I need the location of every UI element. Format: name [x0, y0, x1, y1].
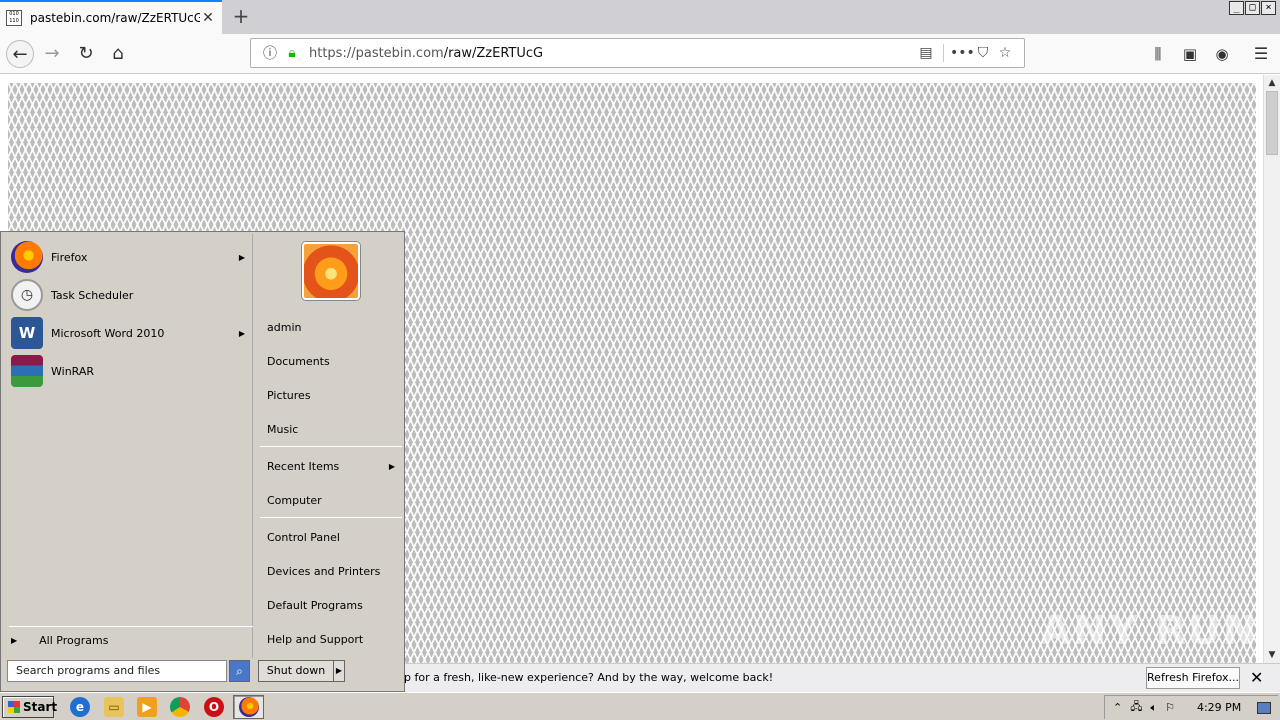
internet-explorer-icon[interactable]: e — [70, 697, 90, 717]
firefox-icon — [11, 241, 43, 273]
place-recent-items[interactable]: Recent Items ▶ — [267, 460, 403, 473]
place-admin[interactable]: admin — [267, 321, 403, 334]
places-separator — [260, 517, 402, 518]
chrome-icon[interactable] — [170, 697, 190, 717]
show-desktop-icon[interactable] — [1257, 701, 1272, 714]
bookmark-star-icon[interactable]: ☆ — [994, 45, 1016, 61]
program-microsoft-word[interactable]: W Microsoft Word 2010 ▶ — [11, 316, 251, 350]
user-avatar[interactable] — [302, 242, 360, 300]
volume-icon[interactable]: 🔈︎ — [1150, 701, 1157, 715]
network-icon[interactable]: 🖧︎ — [1130, 698, 1142, 717]
submenu-arrow-icon: ▶ — [238, 252, 245, 262]
tab-bar: 010 110 101 pastebin.com/raw/ZzERTUcG ✕ … — [0, 0, 1280, 34]
url-path: /raw/ZzERTUcG — [443, 45, 544, 61]
clock-icon: ◷ — [11, 279, 43, 311]
place-label: Recent Items — [267, 460, 340, 473]
place-help-support[interactable]: Help and Support — [267, 633, 403, 646]
explorer-folder-icon[interactable]: ▭ — [104, 697, 124, 717]
scroll-thumb[interactable] — [1266, 91, 1278, 155]
pocket-icon[interactable]: ⛉ — [972, 45, 994, 61]
account-icon[interactable]: ◉ — [1208, 40, 1236, 68]
url-host: https://pastebin.com — [309, 45, 444, 61]
scroll-down-icon[interactable]: ▼ — [1264, 647, 1280, 663]
media-player-icon[interactable]: ▶ — [137, 697, 157, 717]
shut-down-button[interactable]: Shut down — [258, 660, 334, 682]
all-programs-label: All Programs — [39, 634, 109, 647]
start-button[interactable]: Start — [2, 696, 57, 718]
anyrun-watermark: ANY RUN — [1040, 608, 1259, 654]
notification-message: p for a fresh, like-new experience? And … — [404, 671, 774, 684]
place-default-programs[interactable]: Default Programs — [267, 599, 403, 612]
place-documents[interactable]: Documents — [267, 355, 403, 368]
program-task-scheduler[interactable]: ◷ Task Scheduler — [11, 278, 251, 312]
reload-button[interactable]: ↻ — [72, 40, 100, 68]
places-separator — [260, 446, 402, 447]
new-tab-button[interactable]: + — [228, 4, 254, 30]
url-separator — [943, 44, 944, 62]
lock-icon[interactable]: 🔒︎ — [281, 45, 303, 61]
submenu-arrow-icon: ▶ — [238, 328, 245, 338]
minimize-button[interactable]: _ — [1229, 1, 1244, 15]
place-pictures[interactable]: Pictures — [267, 389, 403, 402]
all-programs-separator — [9, 626, 253, 627]
pastebin-favicon-icon: 010 110 101 — [6, 10, 22, 26]
tray-expand-icon[interactable]: ⌃ — [1113, 701, 1122, 714]
navigation-toolbar: ← → ↻ ⌂ ⓘ 🔒︎ https://pastebin.com/raw/Zz… — [0, 34, 1280, 74]
program-label: Task Scheduler — [51, 288, 134, 302]
reader-view-icon[interactable]: ▤ — [915, 45, 937, 61]
start-menu-places: admin Documents Pictures Music Recent It… — [256, 234, 404, 658]
home-button[interactable]: ⌂ — [104, 40, 132, 68]
close-window-button[interactable]: × — [1261, 1, 1276, 15]
program-label: Microsoft Word 2010 — [51, 326, 165, 340]
program-winrar[interactable]: WinRAR — [11, 354, 251, 388]
browser-tab[interactable]: 010 110 101 pastebin.com/raw/ZzERTUcG ✕ — [0, 0, 222, 34]
refresh-firefox-button[interactable]: Refresh Firefox... — [1146, 667, 1240, 689]
program-label: Firefox — [51, 250, 88, 264]
info-icon[interactable]: ⓘ — [259, 43, 281, 63]
all-programs-item[interactable]: ▶ All Programs — [11, 634, 108, 647]
program-firefox[interactable]: Firefox ▶ — [11, 240, 251, 274]
vertical-scrollbar[interactable]: ▲ ▼ — [1263, 75, 1280, 663]
firefox-icon — [239, 697, 259, 717]
word-icon: W — [11, 317, 43, 349]
page-actions-icon[interactable]: ••• — [950, 45, 975, 61]
start-menu-programs: Firefox ▶ ◷ Task Scheduler W Microsoft W… — [3, 234, 253, 658]
tab-title: pastebin.com/raw/ZzERTUcG — [30, 11, 200, 25]
place-control-panel[interactable]: Control Panel — [267, 531, 403, 544]
notification-close-icon[interactable]: ✕ — [1250, 668, 1263, 687]
back-button[interactable]: ← — [6, 40, 34, 68]
action-center-flag-icon[interactable]: ⚐ — [1165, 701, 1175, 714]
sidebar-icon[interactable]: ▣ — [1176, 40, 1204, 68]
shut-down-options-icon[interactable]: ▶ — [333, 660, 345, 682]
search-icon[interactable]: ⌕ — [229, 660, 250, 682]
submenu-arrow-icon: ▶ — [388, 462, 395, 471]
forward-button[interactable]: → — [38, 40, 66, 68]
place-devices-printers[interactable]: Devices and Printers — [267, 565, 403, 578]
clock[interactable]: 4:29 PM — [1197, 701, 1241, 714]
program-label: WinRAR — [51, 364, 95, 378]
library-icon[interactable]: ⫼ — [1144, 40, 1172, 68]
start-menu: Firefox ▶ ◷ Task Scheduler W Microsoft W… — [0, 231, 405, 692]
place-music[interactable]: Music — [267, 423, 403, 436]
system-tray: ⌃ 🖧︎ 🔈︎ ⚐ 4:29 PM — [1104, 695, 1278, 719]
maximize-button[interactable]: □ — [1245, 1, 1260, 15]
window-controls: _ □ × — [1229, 1, 1276, 15]
start-search-input[interactable]: Search programs and files — [7, 660, 227, 682]
taskbar: Start e ▭ ▶ O ⌃ 🖧︎ 🔈︎ ⚐ 4:29 PM — [0, 692, 1280, 720]
opera-icon[interactable]: O — [204, 697, 224, 717]
url-text[interactable]: https://pastebin.com/raw/ZzERTUcG — [309, 46, 915, 61]
url-bar[interactable]: ⓘ 🔒︎ https://pastebin.com/raw/ZzERTUcG ▤… — [250, 38, 1025, 68]
place-computer[interactable]: Computer — [267, 494, 403, 507]
scroll-up-icon[interactable]: ▲ — [1264, 75, 1280, 91]
winrar-icon — [11, 355, 43, 387]
taskbar-firefox-active[interactable] — [233, 695, 264, 719]
tab-close-icon[interactable]: ✕ — [200, 10, 216, 26]
menu-hamburger-icon[interactable]: ☰ — [1247, 40, 1275, 68]
expand-arrow-icon: ▶ — [11, 636, 18, 645]
